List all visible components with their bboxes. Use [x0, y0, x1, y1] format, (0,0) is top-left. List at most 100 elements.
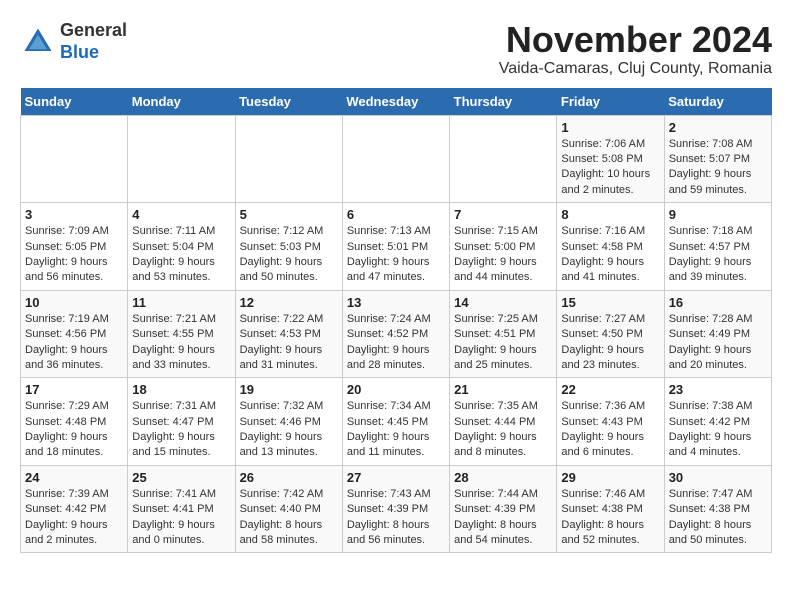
- calendar-cell: 3Sunrise: 7:09 AM Sunset: 5:05 PM Daylig…: [21, 203, 128, 291]
- day-number: 4: [132, 207, 230, 222]
- calendar-cell: [450, 115, 557, 203]
- logo-text: General Blue: [60, 20, 127, 63]
- weekday-header-sunday: Sunday: [21, 88, 128, 116]
- day-info: Sunrise: 7:35 AM Sunset: 4:44 PM Dayligh…: [454, 399, 552, 461]
- day-number: 1: [561, 120, 659, 135]
- day-info: Sunrise: 7:39 AM Sunset: 4:42 PM Dayligh…: [25, 487, 123, 549]
- day-info: Sunrise: 7:34 AM Sunset: 4:45 PM Dayligh…: [347, 399, 445, 461]
- calendar-cell: 18 Sunrise: 7:31 AM Sunset: 4:47 PM Dayli…: [128, 378, 235, 466]
- day-number: 28: [454, 470, 552, 485]
- page-header: General Blue November 2024 Vaida-Camaras…: [20, 20, 772, 78]
- calendar-cell: 15Sunrise: 7:27 AM Sunset: 4:50 PM Dayli…: [557, 290, 664, 378]
- calendar-cell: 22 Sunrise: 7:36 AM Sunset: 4:43 PM Dayli…: [557, 378, 664, 466]
- day-number: 8: [561, 207, 659, 222]
- day-number: 3: [25, 207, 123, 222]
- logo-icon: [20, 24, 56, 60]
- calendar-cell: 23 Sunrise: 7:38 AM Sunset: 4:42 PM Dayli…: [664, 378, 771, 466]
- calendar-cell: [235, 115, 342, 203]
- day-info: Sunrise: 7:18 AM Sunset: 4:57 PM Dayligh…: [669, 224, 767, 286]
- day-info: Sunrise: 7:16 AM Sunset: 4:58 PM Dayligh…: [561, 224, 659, 286]
- calendar-cell: 5Sunrise: 7:12 AM Sunset: 5:03 PM Daylig…: [235, 203, 342, 291]
- day-number: 21: [454, 382, 552, 397]
- logo: General Blue: [20, 20, 127, 63]
- calendar-table: SundayMondayTuesdayWednesdayThursdayFrid…: [20, 88, 772, 554]
- calendar-cell: 14 Sunrise: 7:25 AM Sunset: 4:51 PM Dayli…: [450, 290, 557, 378]
- weekday-header-saturday: Saturday: [664, 88, 771, 116]
- day-number: 2: [669, 120, 767, 135]
- day-number: 25: [132, 470, 230, 485]
- day-number: 13: [347, 295, 445, 310]
- day-info: Sunrise: 7:28 AM Sunset: 4:49 PM Dayligh…: [669, 312, 767, 374]
- day-info: Sunrise: 7:36 AM Sunset: 4:43 PM Dayligh…: [561, 399, 659, 461]
- calendar-cell: 2 Sunrise: 7:08 AM Sunset: 5:07 PM Daylig…: [664, 115, 771, 203]
- weekday-header-wednesday: Wednesday: [342, 88, 449, 116]
- day-number: 12: [240, 295, 338, 310]
- day-number: 23: [669, 382, 767, 397]
- title-section: November 2024 Vaida-Camaras, Cluj County…: [499, 20, 772, 78]
- day-info: Sunrise: 7:22 AM Sunset: 4:53 PM Dayligh…: [240, 312, 338, 374]
- calendar-week-5: 24Sunrise: 7:39 AM Sunset: 4:42 PM Dayli…: [21, 465, 772, 553]
- calendar-week-2: 3Sunrise: 7:09 AM Sunset: 5:05 PM Daylig…: [21, 203, 772, 291]
- day-number: 6: [347, 207, 445, 222]
- calendar-cell: 1 Sunrise: 7:06 AM Sunset: 5:08 PM Daylig…: [557, 115, 664, 203]
- calendar-cell: 28 Sunrise: 7:44 AM Sunset: 4:39 PM Dayli…: [450, 465, 557, 553]
- calendar-cell: 26 Sunrise: 7:42 AM Sunset: 4:40 PM Dayli…: [235, 465, 342, 553]
- calendar-cell: 17Sunrise: 7:29 AM Sunset: 4:48 PM Dayli…: [21, 378, 128, 466]
- calendar-week-4: 17Sunrise: 7:29 AM Sunset: 4:48 PM Dayli…: [21, 378, 772, 466]
- day-info: Sunrise: 7:44 AM Sunset: 4:39 PM Dayligh…: [454, 487, 552, 549]
- day-number: 18: [132, 382, 230, 397]
- day-number: 19: [240, 382, 338, 397]
- day-number: 30: [669, 470, 767, 485]
- logo-general-text: General: [60, 20, 127, 42]
- calendar-cell: 13 Sunrise: 7:24 AM Sunset: 4:52 PM Dayli…: [342, 290, 449, 378]
- calendar-cell: 4Sunrise: 7:11 AM Sunset: 5:04 PM Daylig…: [128, 203, 235, 291]
- day-info: Sunrise: 7:27 AM Sunset: 4:50 PM Dayligh…: [561, 312, 659, 374]
- calendar-cell: 7 Sunrise: 7:15 AM Sunset: 5:00 PM Daylig…: [450, 203, 557, 291]
- calendar-cell: 19Sunrise: 7:32 AM Sunset: 4:46 PM Dayli…: [235, 378, 342, 466]
- day-info: Sunrise: 7:24 AM Sunset: 4:52 PM Dayligh…: [347, 312, 445, 374]
- day-info: Sunrise: 7:46 AM Sunset: 4:38 PM Dayligh…: [561, 487, 659, 549]
- day-number: 7: [454, 207, 552, 222]
- calendar-cell: 11Sunrise: 7:21 AM Sunset: 4:55 PM Dayli…: [128, 290, 235, 378]
- calendar-cell: 12 Sunrise: 7:22 AM Sunset: 4:53 PM Dayli…: [235, 290, 342, 378]
- calendar-cell: [342, 115, 449, 203]
- day-info: Sunrise: 7:38 AM Sunset: 4:42 PM Dayligh…: [669, 399, 767, 461]
- day-info: Sunrise: 7:42 AM Sunset: 4:40 PM Dayligh…: [240, 487, 338, 549]
- weekday-header-row: SundayMondayTuesdayWednesdayThursdayFrid…: [21, 88, 772, 116]
- day-info: Sunrise: 7:13 AM Sunset: 5:01 PM Dayligh…: [347, 224, 445, 286]
- day-number: 29: [561, 470, 659, 485]
- day-number: 27: [347, 470, 445, 485]
- day-number: 14: [454, 295, 552, 310]
- month-title: November 2024: [499, 20, 772, 60]
- day-info: Sunrise: 7:29 AM Sunset: 4:48 PM Dayligh…: [25, 399, 123, 461]
- calendar-cell: 8 Sunrise: 7:16 AM Sunset: 4:58 PM Daylig…: [557, 203, 664, 291]
- location-title: Vaida-Camaras, Cluj County, Romania: [499, 60, 772, 78]
- day-number: 16: [669, 295, 767, 310]
- calendar-cell: [21, 115, 128, 203]
- calendar-cell: 6 Sunrise: 7:13 AM Sunset: 5:01 PM Daylig…: [342, 203, 449, 291]
- day-number: 20: [347, 382, 445, 397]
- calendar-cell: 16 Sunrise: 7:28 AM Sunset: 4:49 PM Dayli…: [664, 290, 771, 378]
- day-info: Sunrise: 7:15 AM Sunset: 5:00 PM Dayligh…: [454, 224, 552, 286]
- day-info: Sunrise: 7:41 AM Sunset: 4:41 PM Dayligh…: [132, 487, 230, 549]
- weekday-header-friday: Friday: [557, 88, 664, 116]
- day-info: Sunrise: 7:06 AM Sunset: 5:08 PM Dayligh…: [561, 137, 659, 199]
- day-info: Sunrise: 7:21 AM Sunset: 4:55 PM Dayligh…: [132, 312, 230, 374]
- day-info: Sunrise: 7:47 AM Sunset: 4:38 PM Dayligh…: [669, 487, 767, 549]
- calendar-cell: 10 Sunrise: 7:19 AM Sunset: 4:56 PM Dayli…: [21, 290, 128, 378]
- calendar-week-1: 1 Sunrise: 7:06 AM Sunset: 5:08 PM Daylig…: [21, 115, 772, 203]
- weekday-header-thursday: Thursday: [450, 88, 557, 116]
- calendar-week-3: 10 Sunrise: 7:19 AM Sunset: 4:56 PM Dayli…: [21, 290, 772, 378]
- day-number: 10: [25, 295, 123, 310]
- day-info: Sunrise: 7:19 AM Sunset: 4:56 PM Dayligh…: [25, 312, 123, 374]
- day-number: 22: [561, 382, 659, 397]
- day-number: 26: [240, 470, 338, 485]
- day-info: Sunrise: 7:08 AM Sunset: 5:07 PM Dayligh…: [669, 137, 767, 199]
- day-info: Sunrise: 7:31 AM Sunset: 4:47 PM Dayligh…: [132, 399, 230, 461]
- calendar-cell: 30 Sunrise: 7:47 AM Sunset: 4:38 PM Dayli…: [664, 465, 771, 553]
- weekday-header-tuesday: Tuesday: [235, 88, 342, 116]
- calendar-cell: 27Sunrise: 7:43 AM Sunset: 4:39 PM Dayli…: [342, 465, 449, 553]
- calendar-cell: 20 Sunrise: 7:34 AM Sunset: 4:45 PM Dayli…: [342, 378, 449, 466]
- day-number: 5: [240, 207, 338, 222]
- day-info: Sunrise: 7:25 AM Sunset: 4:51 PM Dayligh…: [454, 312, 552, 374]
